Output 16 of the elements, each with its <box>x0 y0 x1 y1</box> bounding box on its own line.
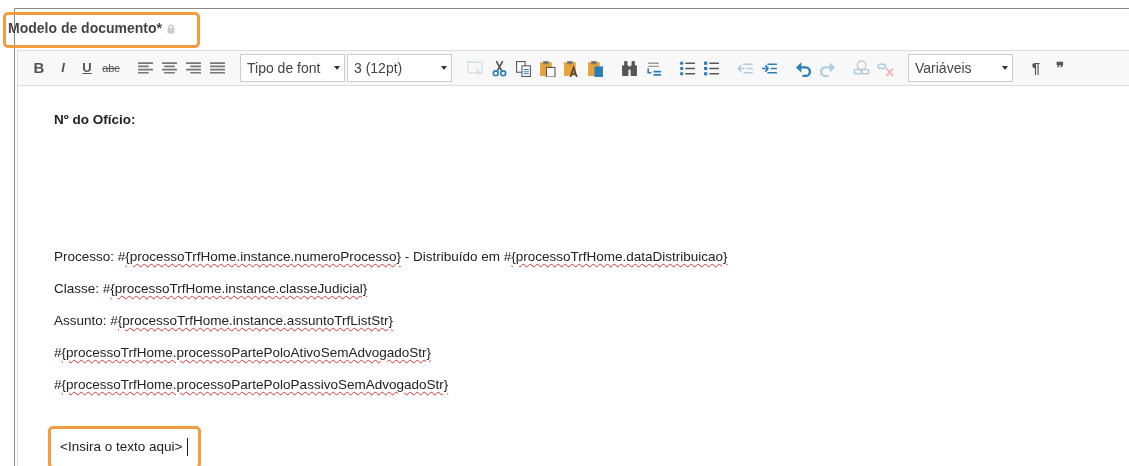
text-placeholder[interactable]: <Insira o texto aqui> <box>51 429 199 466</box>
italic-button[interactable]: I <box>52 56 74 80</box>
document-line: Assunto: #{processoTrfHome.instance.assuntoTrfListStr} <box>54 312 394 331</box>
document-line: #{processoTrfHome.processoPartePoloPassivoSemAdvogadoStr} <box>54 376 450 395</box>
toolbar-button[interactable]: ❞ <box>1049 56 1071 80</box>
strikethrough-button[interactable]: abc <box>100 56 122 80</box>
document-heading: Nº do Ofício: <box>54 111 137 129</box>
bold-button[interactable]: B <box>28 56 50 80</box>
dropdown[interactable]: 3 (12pt) <box>347 54 452 82</box>
document-line: Classe: #{processoTrfHome.instance.classeJudicial} <box>54 280 369 299</box>
toolbar-button[interactable]: ¶ <box>1025 56 1047 80</box>
dropdown[interactable]: Variáveis <box>908 54 1013 82</box>
underline-button[interactable]: U <box>76 56 98 80</box>
dropdown[interactable]: Tipo de font <box>240 54 345 82</box>
document-line: Processo: #{processoTrfHome.instance.numeroProcesso} - Distribuído em #{processoTrfHome.dataDistribuicao} <box>54 248 729 267</box>
document-line: #{processoTrfHome.processoPartePoloAtivoSemAdvogadoStr} <box>54 344 432 363</box>
